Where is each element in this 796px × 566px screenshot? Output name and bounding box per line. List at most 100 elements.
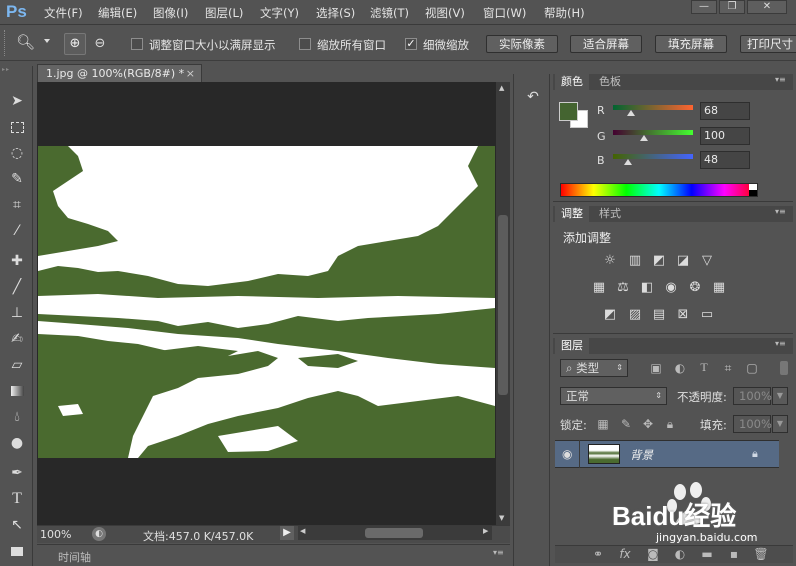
menu-edit[interactable]: 编辑(E) [98,5,137,21]
toolbar-collapse-icon[interactable]: ▸▸ [2,66,32,73]
document-tab[interactable]: 1.jpg @ 100%(RGB/8#) * × [37,64,202,82]
horizontal-scroll-thumb[interactable] [365,528,423,538]
eyedropper-tool-icon[interactable]: ⁄ [6,220,28,242]
adjustments-panel-menu-icon[interactable]: ▾≡ [775,207,786,216]
zoom-tool-preset-icon[interactable]: 🔍︎ [16,33,35,51]
history-panel-icon[interactable]: ↶ [522,86,544,108]
scroll-up-icon[interactable]: ▲ [499,84,504,92]
rectangle-tool-icon[interactable] [6,540,28,562]
move-tool-icon[interactable]: ➤ [6,90,28,112]
history-brush-tool-icon[interactable]: ✍ [6,328,28,350]
clone-stamp-tool-icon[interactable]: ⊥ [6,302,28,324]
scroll-down-icon[interactable]: ▼ [499,514,504,522]
crop-tool-icon[interactable]: ⌗ [6,194,28,216]
close-button[interactable]: ✕ [747,0,787,14]
g-slider[interactable] [613,130,693,135]
filter-adjustment-icon[interactable]: ◐ [672,361,688,375]
threshold-icon[interactable]: ▤ [650,307,668,323]
close-tab-icon[interactable]: × [186,65,195,83]
type-tool-icon[interactable]: T [6,488,28,510]
black-white-ramp[interactable] [749,184,757,196]
layers-panel-menu-icon[interactable]: ▾≡ [775,339,786,348]
lock-transparent-icon[interactable]: ▦ [595,417,611,431]
invert-icon[interactable]: ◩ [601,307,619,323]
filter-shape-icon[interactable]: ⌗ [720,361,736,376]
exposure-icon[interactable]: ◪ [674,253,692,269]
layer-filter-select[interactable]: ⌕ 类型 ⇕ [560,359,628,377]
menu-filter[interactable]: 滤镜(T) [370,5,409,21]
blend-mode-select[interactable]: 正常 ⇕ [560,387,667,405]
marquee-tool-icon[interactable] [6,116,28,138]
tab-swatches[interactable]: 色板 [593,74,627,90]
print-size-button[interactable]: 打印尺寸 [740,35,796,53]
g-slider-handle[interactable] [640,135,648,141]
fill-input[interactable]: 100% [733,415,772,433]
b-slider-handle[interactable] [624,159,632,165]
menu-file[interactable]: 文件(F) [44,5,83,21]
link-layers-icon[interactable]: ⚭ [590,547,606,561]
filter-smart-object-icon[interactable]: ▢ [744,361,760,375]
zoom-level[interactable]: 100% [40,528,71,541]
gradient-map-icon[interactable]: ▭ [698,307,716,323]
brush-tool-icon[interactable]: ╱ [6,276,28,298]
resize-windows-checkbox[interactable] [131,38,143,50]
filter-type-icon[interactable]: T [696,360,712,375]
g-value-input[interactable]: 100 [700,127,750,145]
restore-button[interactable]: ❐ [719,0,745,14]
fit-screen-button[interactable]: 适合屏幕 [570,35,642,53]
new-adjustment-layer-icon[interactable]: ◐ [672,547,688,561]
layer-style-icon[interactable]: fx [617,547,633,561]
b-value-input[interactable]: 48 [700,151,750,169]
fill-screen-button[interactable]: 填充屏幕 [655,35,727,53]
dodge-tool-icon[interactable]: ● [6,432,28,454]
menu-image[interactable]: 图像(I) [153,5,188,21]
path-selection-tool-icon[interactable]: ↖ [6,514,28,536]
zoom-all-windows-checkbox[interactable] [299,38,311,50]
lock-all-icon[interactable]: 🔒︎ [662,417,678,432]
quick-selection-tool-icon[interactable]: ✎ [6,168,28,190]
zoom-in-icon[interactable]: ⊕ [64,33,86,55]
vertical-scroll-thumb[interactable] [498,215,508,395]
opacity-input[interactable]: 100% [733,387,772,405]
menu-select[interactable]: 选择(S) [316,5,355,21]
lock-position-icon[interactable]: ✥ [640,417,656,431]
menu-help[interactable]: 帮助(H) [544,5,585,21]
selective-color-icon[interactable]: ⊠ [674,307,692,323]
add-mask-icon[interactable]: ◙ [645,547,661,561]
timeline-tab[interactable]: 时间轴 [58,549,91,565]
healing-brush-tool-icon[interactable]: ✚ [6,250,28,272]
photo-filter-icon[interactable]: ◉ [662,280,680,296]
r-slider-handle[interactable] [627,110,635,116]
zoom-out-icon[interactable]: ⊖ [90,33,110,55]
tab-layers[interactable]: 图层 [555,338,589,354]
tab-styles[interactable]: 样式 [593,206,627,222]
scrubby-zoom-checkbox[interactable]: ✓ [405,38,417,50]
new-group-icon[interactable]: ▬ [699,547,715,561]
menu-window[interactable]: 窗口(W) [483,5,526,21]
status-menu-arrow-icon[interactable]: ▶ [280,526,294,540]
posterize-icon[interactable]: ▨ [626,307,644,323]
filter-pixel-icon[interactable]: ▣ [648,361,664,375]
black-white-icon[interactable]: ◧ [638,280,656,296]
color-lookup-icon[interactable]: ▦ [710,280,728,296]
timeline-menu-icon[interactable]: ▾≡ [493,548,504,557]
minimize-button[interactable]: — [691,0,717,14]
vibrance-icon[interactable]: ▽ [698,253,716,269]
blur-tool-icon[interactable]: 💧︎ [6,406,28,428]
r-slider[interactable] [613,105,693,110]
curves-icon[interactable]: ◩ [650,253,668,269]
chevron-down-icon[interactable]: ▼ [772,415,788,433]
pen-tool-icon[interactable]: ✒ [6,462,28,484]
foreground-color-swatch[interactable] [559,102,578,121]
channel-mixer-icon[interactable]: ❂ [686,280,704,296]
menu-layer[interactable]: 图层(L) [205,5,243,21]
color-panel-menu-icon[interactable]: ▾≡ [775,75,786,84]
layer-name[interactable]: 背景 [630,447,653,463]
eraser-tool-icon[interactable]: ▱ [6,354,28,376]
hue-saturation-icon[interactable]: ▦ [590,280,608,296]
color-spectrum-ramp[interactable] [560,183,758,197]
levels-icon[interactable]: ▥ [626,253,644,269]
r-value-input[interactable]: 68 [700,102,750,120]
menu-type[interactable]: 文字(Y) [260,5,299,21]
lock-image-icon[interactable]: ✎ [618,417,634,431]
